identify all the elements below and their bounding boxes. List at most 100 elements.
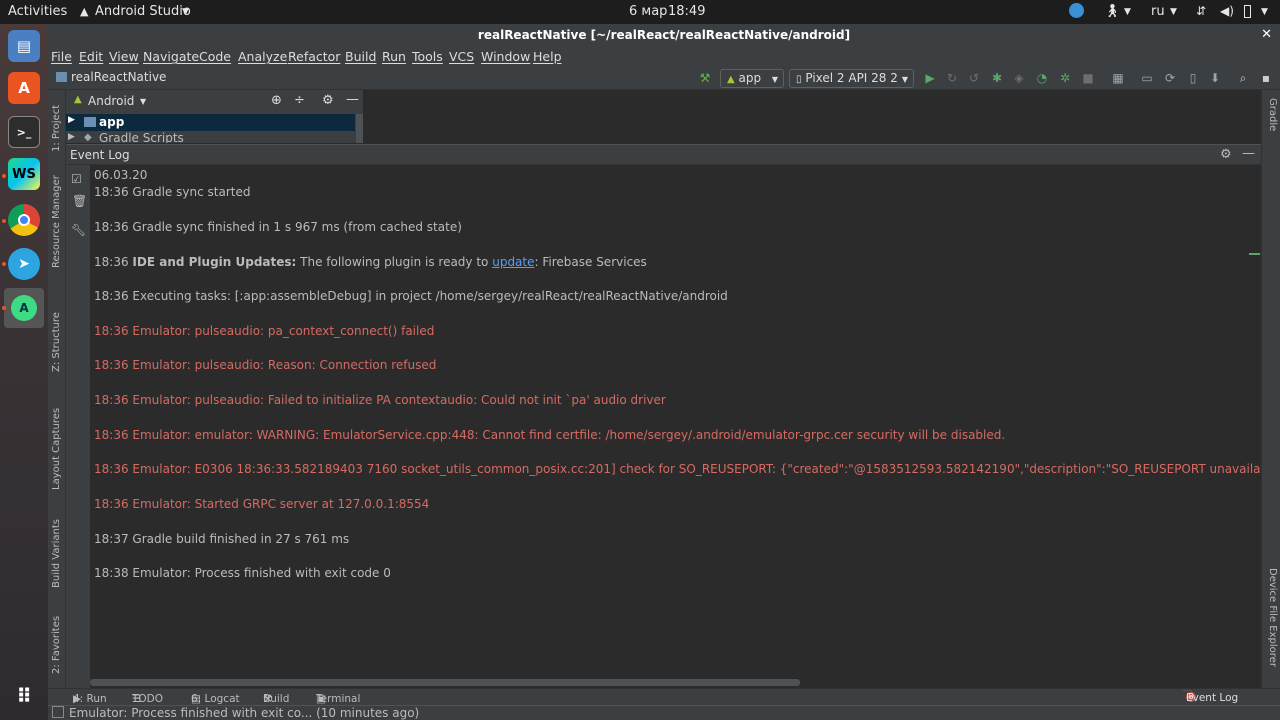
menu-file[interactable]: File (51, 49, 72, 64)
update-notifier-icon[interactable] (1069, 3, 1084, 18)
menu-refactor[interactable]: Refactor (288, 49, 340, 64)
terminal-icon[interactable]: >_ (8, 116, 40, 148)
show-applications-icon[interactable]: ⠿ (8, 680, 40, 712)
log-line: 18:38 Emulator: Process finished with ex… (94, 566, 391, 580)
trash-icon[interactable]: 🗑︎ (72, 194, 87, 208)
device-icon: ▯ (796, 74, 802, 85)
avd-manager-icon[interactable]: ▯ (1186, 71, 1200, 85)
stop-icon[interactable]: ■ (1081, 71, 1095, 85)
menu-vcs[interactable]: VCS (449, 49, 474, 64)
mark-all-read-icon[interactable]: ☑ (71, 172, 82, 186)
clock-time[interactable]: 18:49 (668, 4, 705, 19)
tree-item-label: app (99, 115, 125, 129)
log-line-error: 18:36 Emulator: Started GRPC server at 1… (94, 497, 430, 511)
tab-build-variants[interactable]: Build Variants (51, 519, 62, 588)
chevron-down-icon: ▼ (901, 75, 908, 84)
layout-icon[interactable]: ▭ (1140, 71, 1154, 85)
build-hammer-icon[interactable]: ⚒ (698, 71, 712, 85)
tab-project[interactable]: 1: Project (51, 105, 62, 152)
chevron-down-icon: ▼ (1170, 7, 1177, 17)
log-line-error: 18:36 Emulator: pulseaudio: pa_context_c… (94, 324, 435, 338)
apply-code-changes-icon[interactable]: ↺ (967, 71, 981, 85)
tab-favorites[interactable]: 2: Favorites (51, 616, 62, 674)
menu-view[interactable]: View (109, 49, 139, 64)
menu-edit[interactable]: Edit (79, 49, 103, 64)
close-window-icon[interactable]: ✕ (1261, 24, 1272, 46)
keyboard-layout-indicator[interactable]: ru (1151, 4, 1165, 19)
run-config-select[interactable]: ▲ app ▼ (720, 69, 784, 88)
profile-icon[interactable]: ◔ (1035, 71, 1049, 85)
menu-navigate[interactable]: Navigate (143, 49, 199, 64)
gear-icon[interactable]: ⚙ (1220, 147, 1232, 162)
navigation-toolbar: realReactNative ⚒ ▲ app ▼ ▯ Pixel 2 API … (48, 67, 1280, 90)
tab-label: 6: Logcat (191, 693, 240, 705)
hide-icon[interactable]: — (346, 92, 359, 107)
device-select[interactable]: ▯ Pixel 2 API 28 2 ▼ (789, 69, 914, 88)
apply-changes-icon[interactable]: ↻ (945, 71, 959, 85)
log-line: 18:36 Executing tasks: [:app:assembleDeb… (94, 289, 728, 303)
menu-tools[interactable]: Tools (412, 49, 443, 64)
chevron-down-icon: ▼ (182, 7, 189, 17)
tab-gradle[interactable]: Gradle (1267, 98, 1278, 131)
update-link[interactable]: update (492, 255, 534, 269)
tree-item-gradle-scripts[interactable]: ▶ ◆ Gradle Scripts (66, 131, 355, 143)
project-structure-icon[interactable]: ▦ (1111, 71, 1125, 85)
sdk-manager-icon[interactable]: ⬇ (1208, 71, 1222, 85)
tab-structure[interactable]: Z: Structure (51, 312, 62, 372)
menu-help[interactable]: Help (533, 49, 562, 64)
chrome-icon[interactable] (8, 204, 40, 236)
horizontal-scrollbar[interactable] (90, 679, 800, 686)
battery-icon[interactable] (1244, 5, 1251, 18)
menu-build[interactable]: Build (345, 49, 376, 64)
webstorm-icon[interactable]: WS (8, 158, 40, 190)
breadcrumb-project[interactable]: realReactNative (71, 70, 166, 84)
locate-icon[interactable]: ⊕ (271, 93, 282, 108)
accessibility-icon[interactable]: 🚶︎ (1104, 4, 1121, 19)
expand-icon[interactable]: ▶ (68, 132, 75, 142)
menu-code[interactable]: Code (199, 49, 231, 64)
menu-analyze[interactable]: Analyze (238, 49, 287, 64)
menu-run[interactable]: Run (382, 49, 406, 64)
collapse-all-icon[interactable]: ÷ (294, 93, 305, 108)
tab-event-log[interactable]: 8 Event Log (1182, 690, 1238, 704)
tab-device-file-explorer[interactable]: Device File Explorer (1267, 568, 1278, 667)
running-indicator (2, 306, 6, 310)
tab-label: TODO (132, 693, 164, 705)
expand-icon[interactable]: ▶ (68, 115, 75, 125)
wrench-icon[interactable]: 🔧︎ (71, 223, 86, 237)
sync-gradle-icon[interactable]: ⟳ (1163, 71, 1177, 85)
module-folder-icon (84, 117, 96, 127)
files-icon[interactable]: ▤ (8, 30, 40, 62)
tree-item-app[interactable]: ▶ app (66, 114, 355, 131)
tree-item-label: Gradle Scripts (99, 131, 184, 143)
debug-icon[interactable]: ✱ (990, 71, 1004, 85)
chevron-down-icon: ▼ (1124, 7, 1131, 17)
tab-resource-manager[interactable]: Resource Manager (51, 175, 62, 268)
gradle-icon: ◆ (84, 132, 92, 143)
scrollbar[interactable] (356, 114, 363, 143)
gear-icon[interactable]: ⚙ (322, 93, 334, 108)
clock-date[interactable]: 6 мар (629, 4, 667, 19)
project-panel: ▲ Android ▼ ⊕ ÷ ⚙ — ▶ app ▶ ◆ Gradle Scr… (66, 90, 363, 143)
telegram-icon[interactable]: ➤ (8, 248, 40, 280)
software-center-icon[interactable]: A (8, 72, 40, 104)
status-message[interactable]: Emulator: Process finished with exit co.… (69, 706, 419, 720)
run-icon[interactable]: ▶ (923, 71, 937, 85)
tab-label: Build (263, 693, 290, 705)
app-menu-button[interactable]: Android Studio (95, 4, 191, 19)
project-view-select[interactable]: Android (88, 94, 134, 108)
hide-icon[interactable]: — (1242, 146, 1255, 161)
android-studio-dock-icon[interactable]: A (4, 288, 44, 328)
tab-layout-captures[interactable]: Layout Captures (51, 408, 62, 490)
attach-debugger-icon[interactable]: ✲ (1058, 71, 1072, 85)
coverage-icon[interactable]: ◈ (1012, 71, 1026, 85)
search-icon[interactable]: ⌕ (1236, 71, 1250, 85)
log-line-update: 18:36 IDE and Plugin Updates: The follow… (94, 255, 647, 269)
ubuntu-dock: ▤ A >_ WS ➤ A ⠿ (0, 24, 48, 720)
volume-icon[interactable]: ◀) (1220, 4, 1234, 18)
menu-window[interactable]: Window (481, 49, 530, 64)
network-icon[interactable]: ⇵ (1196, 4, 1206, 18)
toggle-tool-windows-icon[interactable] (52, 706, 64, 718)
activities-button[interactable]: Activities (8, 4, 67, 19)
more-icon[interactable]: ▪ (1259, 71, 1273, 85)
